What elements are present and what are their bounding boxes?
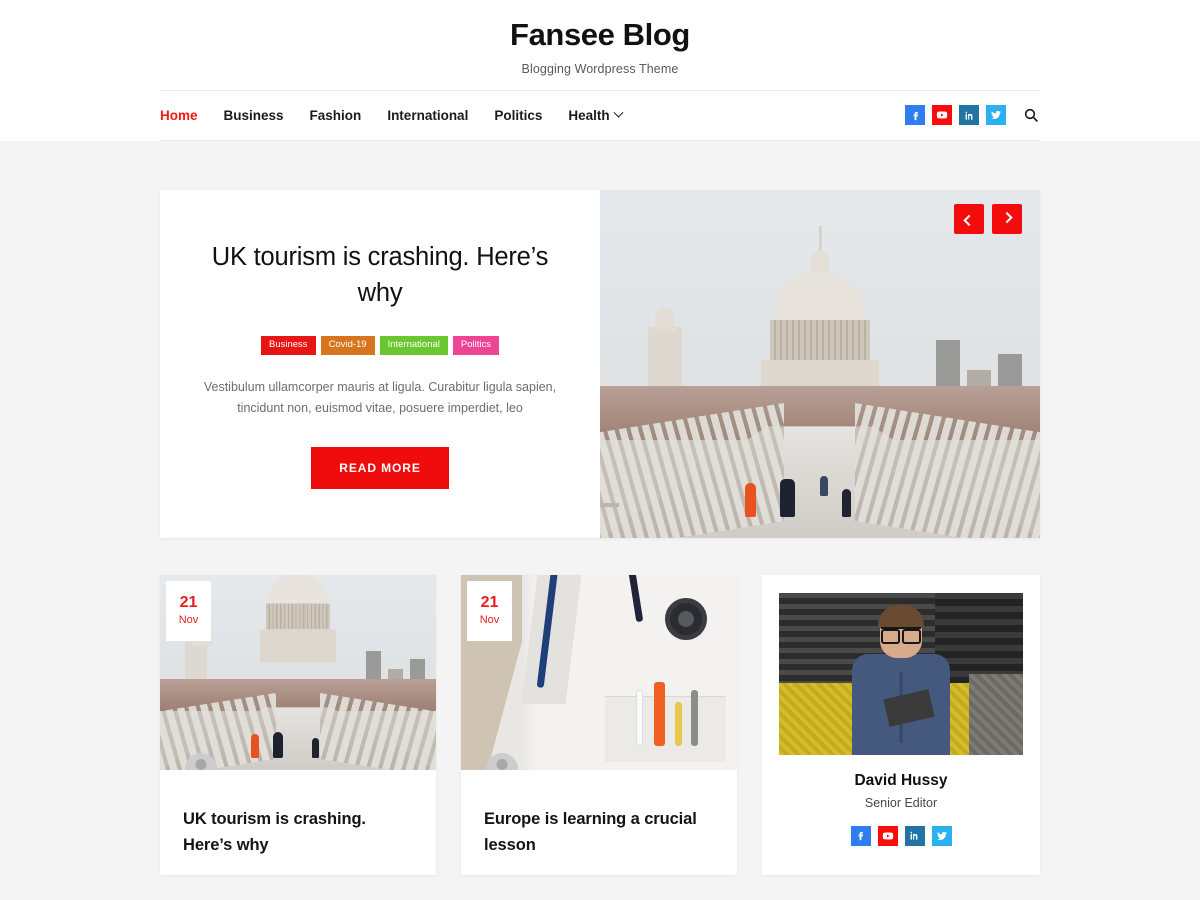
- page-content: UK tourism is crashing. Here’s why Busin…: [0, 140, 1200, 875]
- slider-pagination-dot-2[interactable]: [600, 502, 619, 507]
- chevron-down-icon: [613, 107, 624, 118]
- nav-item-label: Fashion: [309, 107, 362, 123]
- read-more-button[interactable]: READ MORE: [311, 446, 449, 489]
- hero-slider: UK tourism is crashing. Here’s why Busin…: [160, 189, 1040, 538]
- site-header: Fansee Blog Blogging Wordpress Theme Hom…: [0, 0, 1200, 141]
- author-photo: [779, 592, 1023, 755]
- tag-covid-19[interactable]: Covid-19: [320, 336, 375, 355]
- post-date-month: Nov: [178, 614, 199, 627]
- post-image: 21 Nov: [461, 574, 737, 770]
- search-icon[interactable]: [1022, 106, 1040, 124]
- hero-text-panel: UK tourism is crashing. Here’s why Busin…: [160, 190, 600, 538]
- post-title[interactable]: UK tourism is crashing. Here’s why: [160, 770, 436, 859]
- nav-item-label: Health: [568, 107, 610, 123]
- post-date-day: 21: [179, 594, 198, 612]
- author-social-links: [779, 825, 1023, 846]
- chevron-right-icon: [1001, 211, 1013, 223]
- tag-business[interactable]: Business: [261, 336, 316, 355]
- site-title[interactable]: Fansee Blog: [0, 16, 1200, 55]
- linkedin-icon[interactable]: [959, 105, 979, 126]
- nav-item-label: Politics: [494, 107, 543, 123]
- youtube-icon[interactable]: [932, 105, 952, 126]
- tag-politics[interactable]: Politics: [452, 336, 499, 355]
- tag-international[interactable]: International: [379, 336, 448, 355]
- facebook-icon[interactable]: [905, 105, 925, 126]
- nav-item-business[interactable]: Business: [224, 108, 284, 123]
- nav-item-home[interactable]: Home: [160, 108, 198, 123]
- post-date-month: Nov: [479, 614, 500, 627]
- hero-description: Vestibulum ullamcorper mauris at ligula.…: [203, 379, 557, 416]
- hero-title[interactable]: UK tourism is crashing. Here’s why: [194, 239, 566, 311]
- hero-illustration: [600, 189, 1040, 538]
- slider-next-button[interactable]: [992, 203, 1022, 234]
- glasses-icon: [881, 626, 921, 644]
- nav-item-international[interactable]: International: [387, 108, 468, 123]
- nav-item-label: Home: [160, 107, 198, 123]
- primary-navigation: Home Business Fashion International Poli…: [160, 89, 1040, 141]
- post-image: 21 Nov: [160, 574, 436, 770]
- nav-item-label: Business: [223, 107, 284, 123]
- twitter-icon[interactable]: [931, 825, 952, 846]
- slider-arrows: [954, 203, 1022, 234]
- youtube-icon[interactable]: [877, 825, 898, 846]
- slider-prev-button[interactable]: [954, 203, 984, 234]
- nav-item-health[interactable]: Health: [568, 107, 624, 123]
- hero-image: [600, 189, 1040, 538]
- hero-category-tags: Business Covid-19 International Politics: [261, 336, 499, 355]
- author-name: David Hussy: [854, 771, 948, 789]
- post-date-badge[interactable]: 21 Nov: [166, 580, 211, 641]
- linkedin-icon[interactable]: [904, 825, 925, 846]
- post-card-row: 21 Nov UK tourism is crashing. Here’s wh…: [160, 574, 1040, 875]
- post-date-day: 21: [480, 594, 499, 612]
- slider-pagination: [600, 502, 619, 507]
- author-widget: David Hussy Senior Editor: [762, 574, 1040, 875]
- chevron-left-icon: [963, 214, 975, 226]
- site-tagline: Blogging Wordpress Theme: [521, 61, 679, 76]
- nav-item-fashion[interactable]: Fashion: [310, 108, 362, 123]
- post-date-badge[interactable]: 21 Nov: [467, 580, 512, 641]
- header-social-links: [905, 105, 1040, 126]
- nav-item-label: International: [387, 107, 469, 123]
- nav-item-politics[interactable]: Politics: [494, 108, 542, 123]
- nav-menu: Home Business Fashion International Poli…: [160, 107, 624, 123]
- post-card[interactable]: 21 Nov Europe is learning a crucial less…: [461, 574, 737, 875]
- site-branding: Fansee Blog Blogging Wordpress Theme: [0, 16, 1200, 90]
- content-container: UK tourism is crashing. Here’s why Busin…: [160, 189, 1040, 875]
- twitter-icon[interactable]: [986, 105, 1006, 126]
- author-role: Senior Editor: [864, 795, 938, 810]
- post-title[interactable]: Europe is learning a crucial lesson: [461, 770, 737, 859]
- post-card[interactable]: 21 Nov UK tourism is crashing. Here’s wh…: [160, 574, 436, 875]
- facebook-icon[interactable]: [850, 825, 871, 846]
